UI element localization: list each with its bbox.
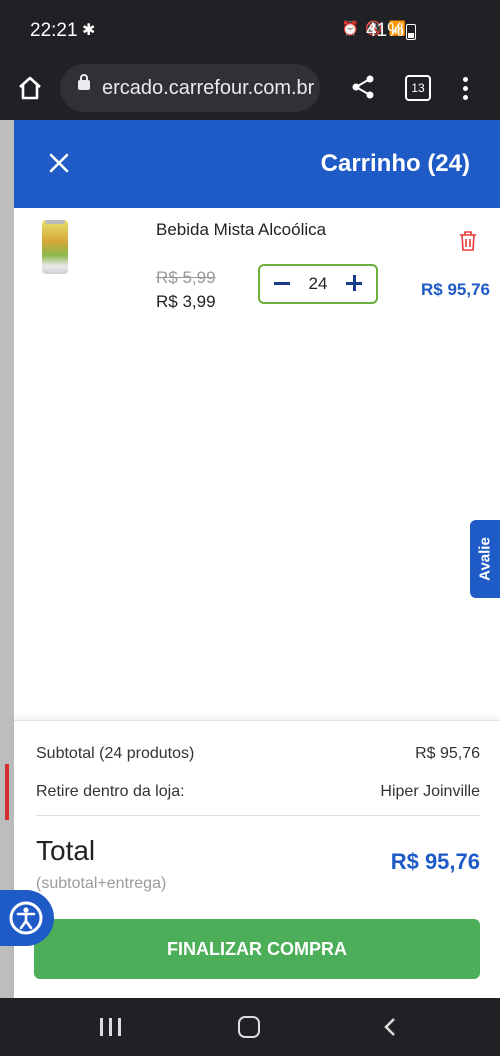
pickup-label: Retire dentro da loja: <box>36 783 185 800</box>
cart-item: Bebida Mista Alcoólica R$ 5,99 R$ 3,99 2… <box>14 208 500 328</box>
quantity-value[interactable]: 24 <box>300 274 336 294</box>
tab-switcher-button[interactable]: 13 <box>405 75 431 101</box>
address-bar[interactable]: ercado.carrefour.com.br <box>60 64 320 112</box>
original-price: R$ 5,99 <box>156 268 216 287</box>
browser-toolbar: ercado.carrefour.com.br 13 <box>0 60 500 120</box>
divider <box>36 815 480 816</box>
product-name[interactable]: Bebida Mista Alcoólica <box>156 220 326 240</box>
subtotal-label: Subtotal (24 produtos) <box>36 745 195 762</box>
trash-icon[interactable] <box>458 230 478 252</box>
total-value: R$ 95,76 <box>390 849 480 874</box>
clock: 22:21 <box>30 20 78 41</box>
battery-icon <box>406 24 416 40</box>
url-text: ercado.carrefour.com.br <box>102 77 315 99</box>
share-icon[interactable] <box>350 74 376 100</box>
notification-icon: ✱ <box>82 22 96 39</box>
accessibility-icon[interactable] <box>0 890 54 946</box>
checkout-button[interactable]: FINALIZAR COMPRA <box>34 919 480 979</box>
product-image[interactable] <box>42 220 68 274</box>
pickup-store[interactable]: Hiper Joinville <box>380 783 480 801</box>
battery-percent: 41% <box>365 20 404 41</box>
subtotal-value: R$ 95,76 <box>415 745 480 762</box>
decrease-quantity-button[interactable] <box>274 282 290 285</box>
page-edge-marker <box>5 764 9 820</box>
recent-apps-icon[interactable] <box>100 1018 122 1036</box>
page-content: Carrinho (24) Bebida Mista Alcoólica R$ … <box>0 120 500 999</box>
feedback-tab[interactable]: Avalie <box>470 520 500 598</box>
total-label: Total <box>36 835 96 866</box>
feedback-tab-label: Avalie <box>476 537 494 581</box>
subtotal-row: Subtotal (24 produtos) R$ 95,76 <box>36 745 480 763</box>
total-note: (subtotal+entrega) <box>36 875 167 892</box>
close-icon[interactable] <box>46 150 72 176</box>
cart-header: Carrinho (24) <box>14 120 500 208</box>
cart-title: Carrinho (24) <box>320 150 470 177</box>
order-summary: Subtotal (24 produtos) R$ 95,76 Retire d… <box>14 720 500 999</box>
system-navigation-bar <box>0 998 500 1056</box>
sale-price: R$ 3,99 <box>156 292 216 311</box>
item-total: R$ 95,76 <box>421 280 490 299</box>
quantity-stepper: 24 <box>258 264 378 304</box>
home-icon[interactable] <box>16 74 44 102</box>
lock-icon <box>78 74 90 90</box>
pickup-row: Retire dentro da loja: Hiper Joinville <box>36 783 480 801</box>
back-icon[interactable] <box>382 1018 398 1036</box>
overflow-menu-icon[interactable] <box>456 74 474 102</box>
home-button-icon[interactable] <box>238 1016 260 1038</box>
status-bar: 22:21 ✱ ⏰🔇📶 41% <box>0 0 500 60</box>
increase-quantity-button[interactable] <box>346 275 362 291</box>
background-page-edge <box>0 120 14 998</box>
